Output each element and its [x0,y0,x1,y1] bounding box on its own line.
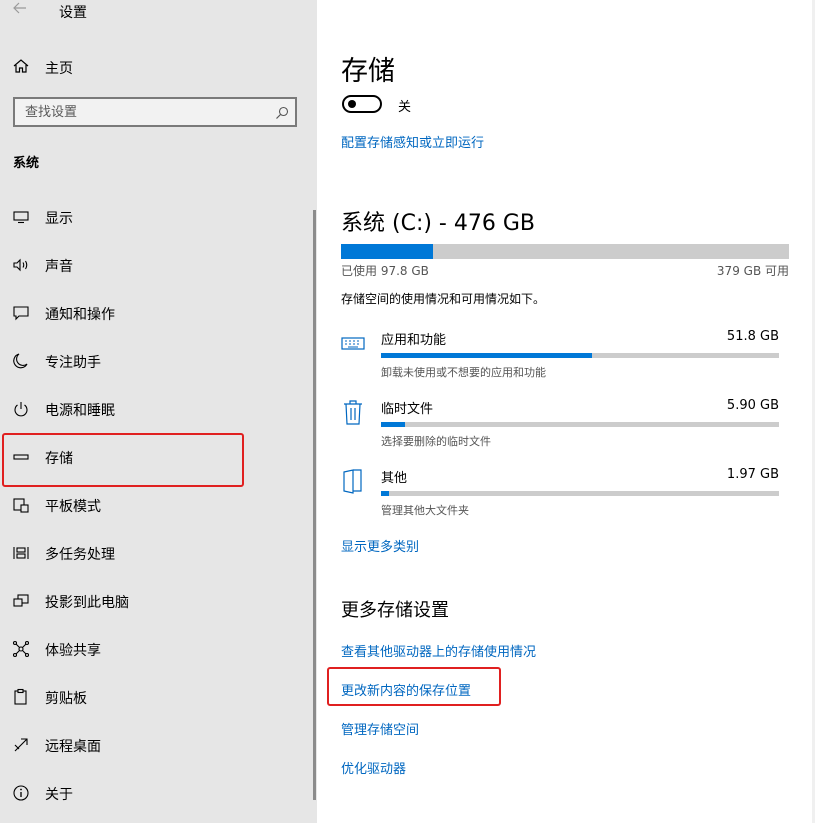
toggle-knob [348,100,356,108]
drive-usage-bar [341,244,789,259]
drive-used-text: 已使用 97.8 GB [341,264,429,278]
category-subtitle: 管理其他大文件夹 [381,504,469,517]
speaker-icon [12,256,32,276]
category-name: 临时文件 [381,402,434,417]
home-icon [12,57,32,77]
category-size: 51.8 GB [726,329,779,344]
show-more-categories-link[interactable]: 显示更多类别 [341,536,419,555]
moon-icon [12,352,32,372]
sidebar-item-sound[interactable]: 声音 [0,246,317,286]
sidebar-item-storage[interactable]: 存储 [0,438,317,478]
sidebar-scrollbar[interactable] [313,210,316,800]
sidebar-item-label: 平板模式 [45,499,101,515]
sidebar-item-project[interactable]: 投影到此电脑 [0,582,317,622]
tablet-icon [12,496,32,516]
category-other[interactable]: 其他 1.97 GB 管理其他大文件夹 [341,467,781,527]
search-icon[interactable] [275,105,289,119]
drive-icon [12,448,32,468]
category-name: 其他 [381,471,408,486]
category-usage-bar [381,353,779,358]
sidebar-item-remote-desktop[interactable]: 远程桌面 [0,726,317,766]
project-icon [12,592,32,612]
sidebar-item-label: 投影到此电脑 [45,595,129,611]
sidebar-item-display[interactable]: 显示 [0,198,317,238]
more-storage-settings-heading: 更多存储设置 [341,600,449,621]
sidebar-item-notifications[interactable]: 通知和操作 [0,294,317,334]
page-title: 存储 [341,56,395,87]
back-arrow-icon[interactable] [12,0,30,20]
configure-storage-sense-link[interactable]: 配置存储感知或立即运行 [341,132,484,151]
sidebar-item-tablet-mode[interactable]: 平板模式 [0,486,317,526]
main-content: 存储 关 配置存储感知或立即运行 系统 (C:) - 476 GB 已使用 97… [317,0,815,823]
folder-icon [341,467,365,495]
title-bar: 设置 [0,0,317,22]
category-size: 1.97 GB [726,467,779,482]
search-input[interactable] [25,103,265,121]
category-name: 应用和功能 [381,333,447,348]
category-usage-fill [381,491,389,496]
keyboard-icon [341,329,365,357]
app-title: 设置 [59,5,87,21]
view-other-drives-link[interactable]: 查看其他驱动器上的存储使用情况 [341,641,536,660]
monitor-icon [12,208,32,228]
toggle-state-label: 关 [398,100,412,115]
sidebar-item-label: 电源和睡眠 [45,403,115,419]
drive-usage-fill [341,244,433,259]
category-usage-bar [381,422,779,427]
drive-title: 系统 (C:) - 476 GB [341,211,535,236]
remote-icon [12,736,32,756]
sidebar-item-label: 远程桌面 [45,739,101,755]
category-usage-bar [381,491,779,496]
sidebar-item-label: 剪贴板 [45,691,87,707]
info-icon [12,784,32,804]
sidebar-item-shared-experiences[interactable]: 体验共享 [0,630,317,670]
sidebar-item-clipboard[interactable]: 剪贴板 [0,678,317,718]
drive-free-text: 379 GB 可用 [716,264,789,278]
storage-sense-toggle[interactable] [342,95,382,113]
sidebar-item-label: 存储 [45,451,73,467]
sidebar-item-focus-assist[interactable]: 专注助手 [0,342,317,382]
multitask-icon [12,544,32,564]
sidebar-item-home[interactable]: 主页 [0,55,317,79]
sidebar-item-label: 多任务处理 [45,547,115,563]
power-icon [12,400,32,420]
section-label-system: 系统 [13,156,40,171]
message-icon [12,304,32,324]
search-box[interactable] [13,97,297,127]
storage-description: 存储空间的使用情况和可用情况如下。 [341,292,546,306]
optimize-drives-link[interactable]: 优化驱动器 [341,758,406,777]
category-subtitle: 选择要删除的临时文件 [381,435,491,448]
sidebar-item-label: 主页 [45,61,73,77]
manage-storage-spaces-link[interactable]: 管理存储空间 [341,719,419,738]
sidebar-item-label: 关于 [45,787,73,803]
sidebar-item-label: 体验共享 [45,643,101,659]
sidebar-item-label: 通知和操作 [45,307,115,323]
sidebar: 设置 主页 系统 显示 声音 通知和操作 专注助手 [0,0,317,823]
category-usage-fill [381,353,592,358]
sidebar-item-multitasking[interactable]: 多任务处理 [0,534,317,574]
sidebar-item-label: 声音 [45,259,73,275]
category-size: 5.90 GB [726,398,779,413]
sidebar-item-label: 显示 [45,211,73,227]
change-save-location-link[interactable]: 更改新内容的保存位置 [341,680,471,699]
sidebar-item-label: 专注助手 [45,355,101,371]
category-temp-files[interactable]: 临时文件 5.90 GB 选择要删除的临时文件 [341,398,781,458]
category-apps[interactable]: 应用和功能 51.8 GB 卸载未使用或不想要的应用和功能 [341,329,781,389]
category-usage-fill [381,422,405,427]
sidebar-item-power[interactable]: 电源和睡眠 [0,390,317,430]
share-icon [12,640,32,660]
clipboard-icon [12,688,32,708]
trash-icon [341,398,365,426]
sidebar-item-about[interactable]: 关于 [0,774,317,814]
category-subtitle: 卸载未使用或不想要的应用和功能 [381,366,546,379]
